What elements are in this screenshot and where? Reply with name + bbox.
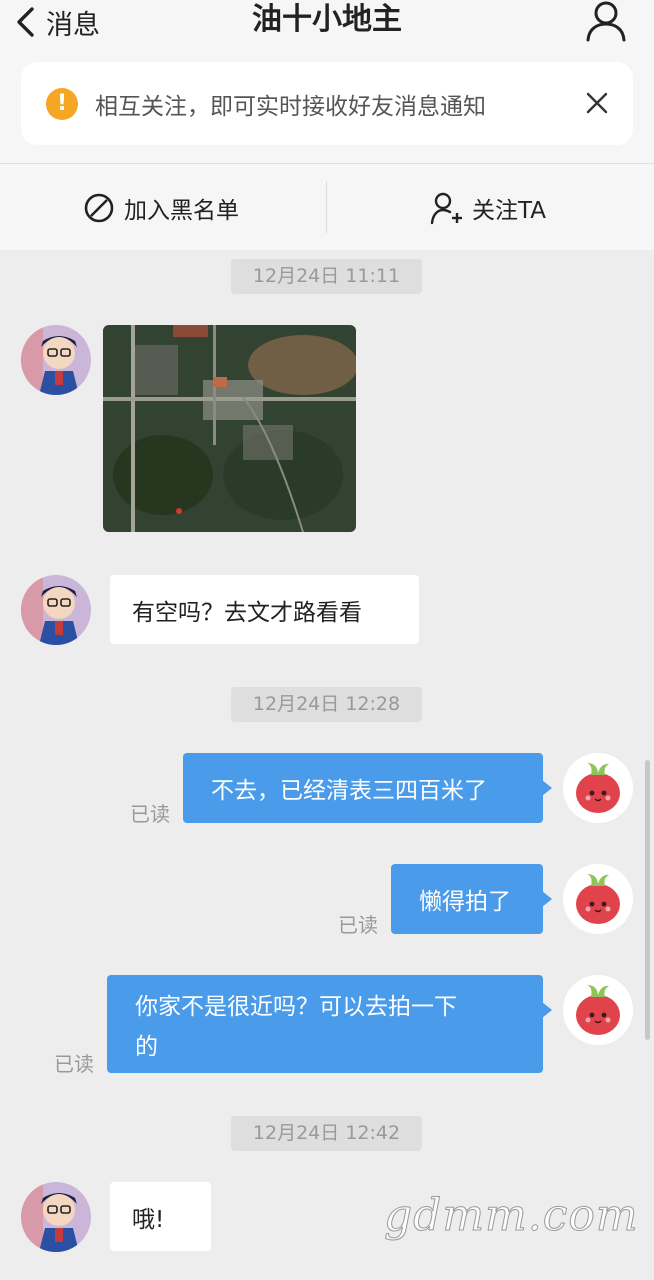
my-avatar[interactable] [563, 864, 633, 934]
read-status: 已读 [130, 802, 170, 826]
satellite-photo [103, 325, 356, 532]
incoming-message-bubble[interactable]: 有空吗？去文才路看看 [110, 575, 419, 644]
follow-label: 关注TA [472, 198, 546, 224]
message-text: 有空吗？去文才路看看 [132, 599, 362, 626]
my-avatar[interactable] [563, 975, 633, 1045]
shared-satellite-image[interactable] [103, 325, 356, 532]
outgoing-message-bubble[interactable]: 懒得拍了 [391, 864, 552, 934]
watermark: gdmm.com [384, 1190, 639, 1242]
profile-button[interactable] [584, 0, 628, 44]
anime-avatar-icon [21, 575, 91, 645]
lychee-avatar-icon [563, 975, 633, 1045]
action-divider [326, 181, 327, 233]
divider [0, 163, 654, 164]
outgoing-message-bubble[interactable]: 你家不是很近吗？可以去拍一下 的 [107, 975, 552, 1073]
read-status: 已读 [338, 913, 378, 937]
follow-notice-banner: ! 相互关注，即可实时接收好友消息通知 [21, 62, 633, 145]
follow-button[interactable]: 关注TA [430, 180, 546, 236]
incoming-message-bubble[interactable]: 哦! [110, 1182, 211, 1251]
close-icon[interactable] [583, 89, 611, 117]
my-avatar[interactable] [563, 753, 633, 823]
message-text: 不去，已经清表三四百米了 [211, 778, 487, 804]
add-user-icon [430, 192, 462, 225]
read-status: 已读 [54, 1052, 94, 1076]
timestamp: 12月24日 12:42 [231, 1116, 422, 1151]
lychee-avatar-icon [563, 864, 633, 934]
timestamp: 12月24日 12:28 [231, 687, 422, 722]
lychee-avatar-icon [563, 753, 633, 823]
message-text: 哦! [132, 1206, 165, 1233]
user-icon [586, 1, 626, 42]
avatar[interactable] [21, 325, 91, 395]
add-to-blacklist-button[interactable]: 加入黑名单 [82, 180, 239, 236]
avatar[interactable] [21, 1182, 91, 1252]
page-title: 油十小地主 [252, 2, 402, 37]
blacklist-label: 加入黑名单 [124, 198, 239, 224]
message-text-line: 你家不是很近吗？可以去拍一下 [135, 994, 457, 1020]
avatar[interactable] [21, 575, 91, 645]
outgoing-message-bubble[interactable]: 不去，已经清表三四百米了 [183, 753, 552, 823]
warning-icon: ! [46, 87, 78, 120]
message-text: 懒得拍了 [419, 889, 511, 915]
anime-avatar-icon [21, 1182, 91, 1252]
scrollbar-thumb[interactable] [645, 760, 650, 1040]
message-text-line: 的 [135, 1034, 158, 1060]
block-icon [84, 193, 114, 223]
anime-avatar-icon [21, 325, 91, 395]
timestamp: 12月24日 11:11 [231, 259, 422, 294]
notice-text: 相互关注，即可实时接收好友消息通知 [95, 93, 486, 120]
